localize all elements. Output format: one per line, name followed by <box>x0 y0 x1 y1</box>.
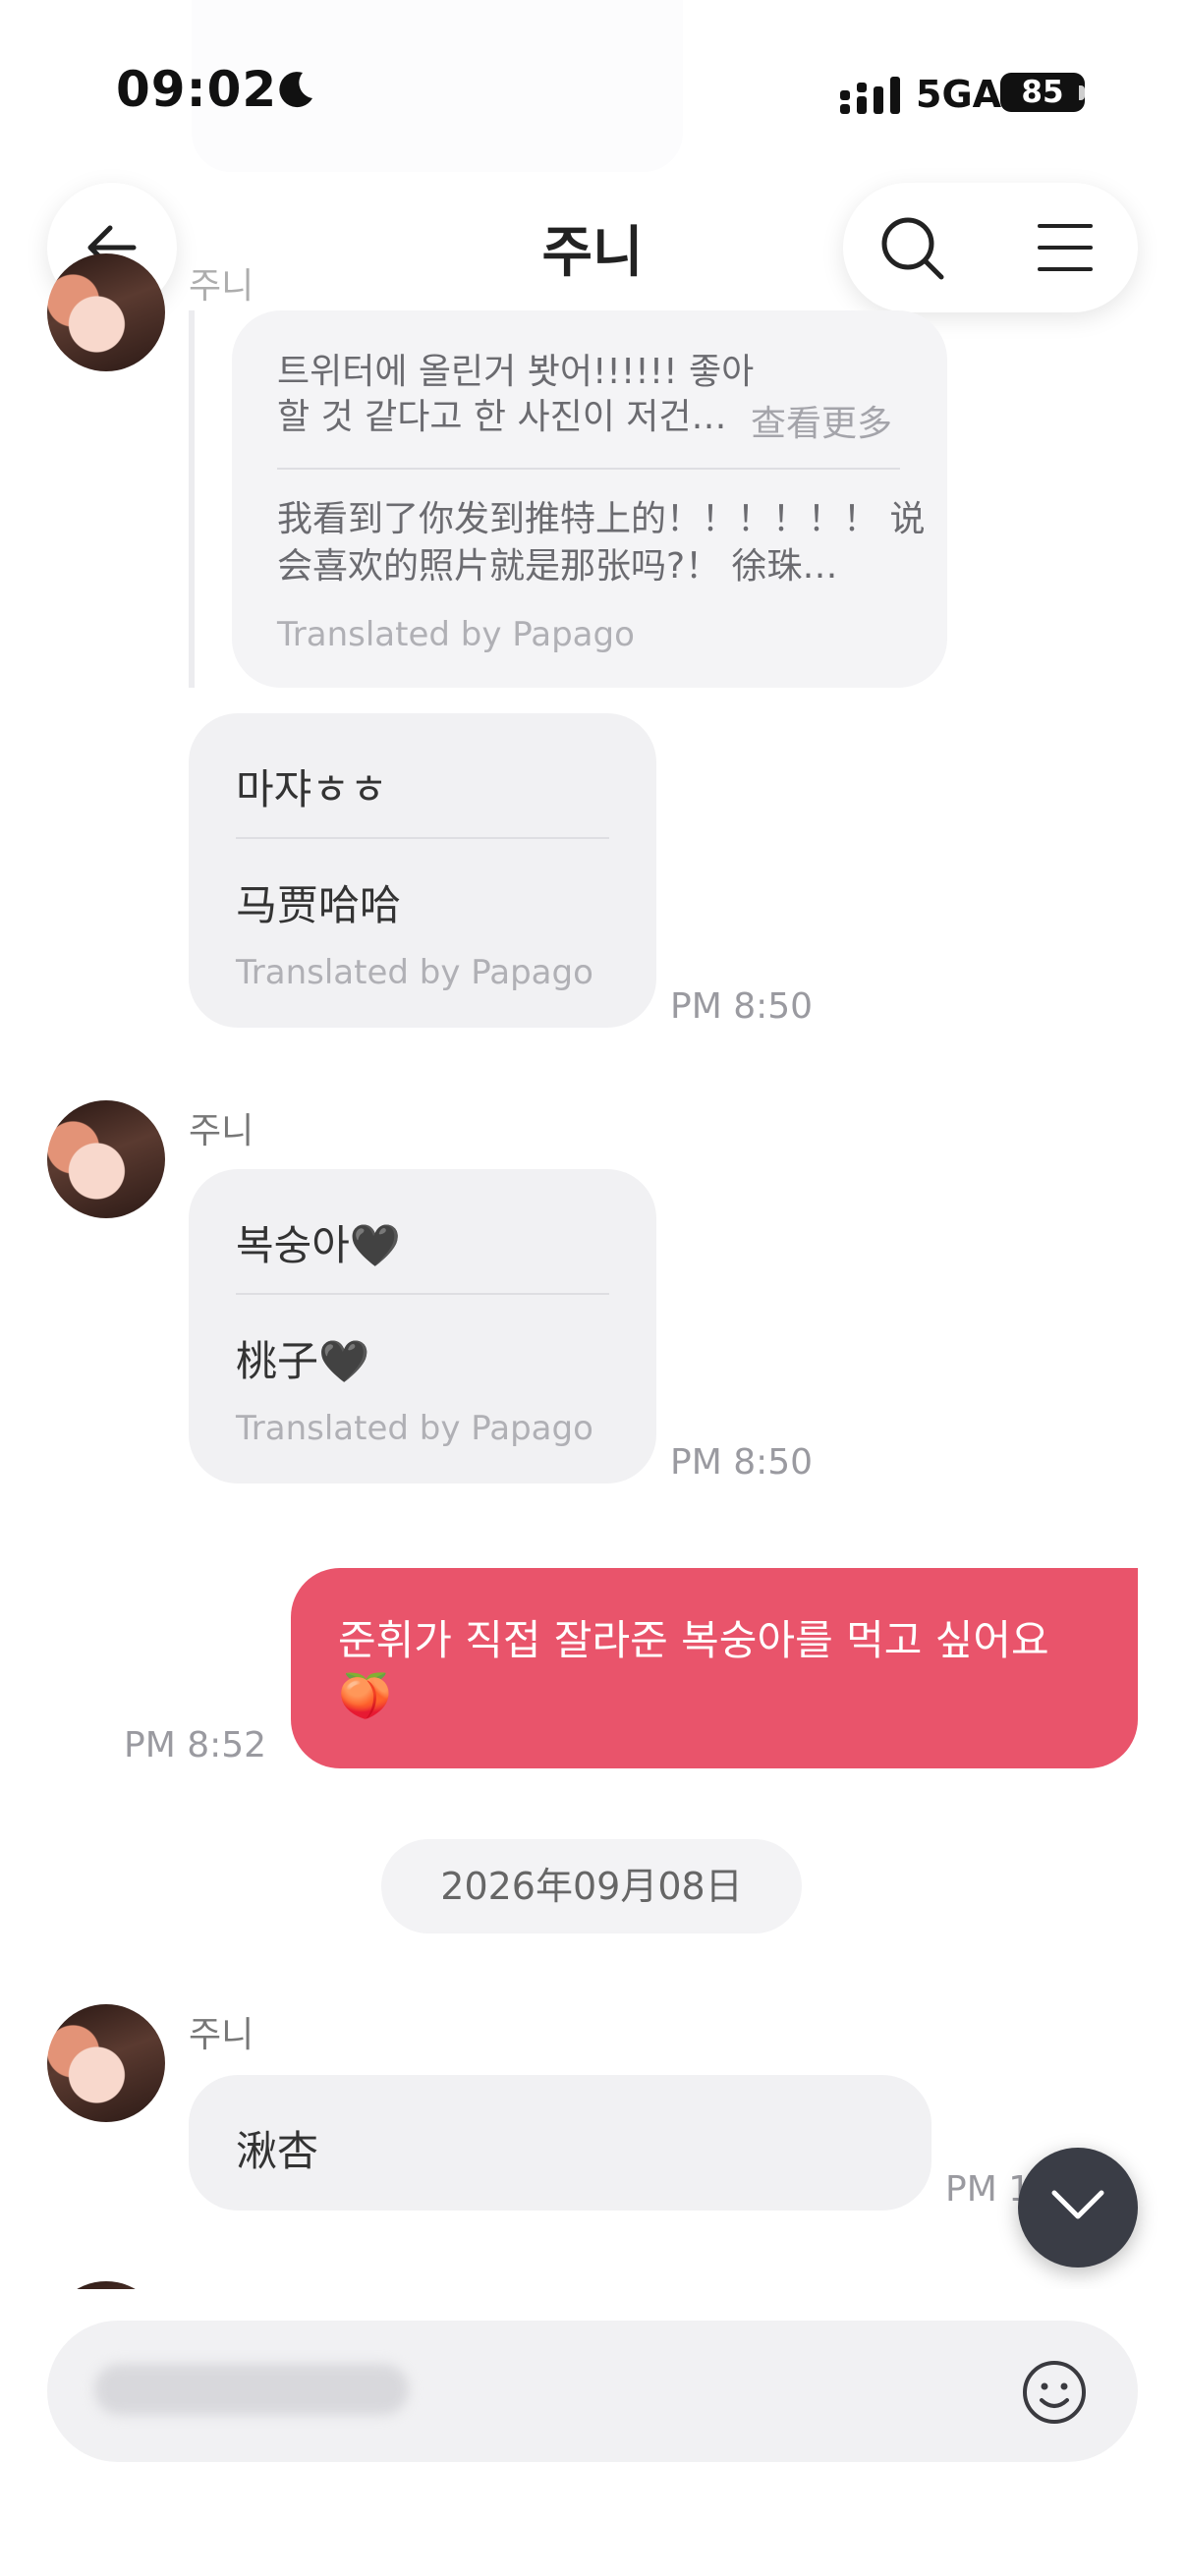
message-time: PM 8:50 <box>670 1442 814 1483</box>
translated-by-label: Translated by Papago <box>236 953 593 992</box>
message-original: 마쟈ㅎㅎ <box>236 765 388 813</box>
scroll-to-bottom-button[interactable] <box>1018 2148 1138 2268</box>
message-text: 湫杏 <box>236 2127 319 2175</box>
translated-by-label: Translated by Papago <box>277 615 635 654</box>
battery-level: 85 <box>1000 73 1085 112</box>
peach-emoji: 🍑 <box>338 1671 392 1721</box>
message-translation: 马贾哈哈 <box>236 881 402 929</box>
sender-name: 주니 <box>189 266 254 307</box>
message-input[interactable] <box>47 2321 1138 2462</box>
outgoing-message-bubble[interactable]: 준휘가 직접 잘라준 복숭아를 먹고 싶어요 🍑 <box>291 1568 1138 1768</box>
translation-divider <box>277 468 900 470</box>
sender-name: 주니 <box>189 2015 254 2055</box>
message-translation: 桃子🖤 <box>236 1337 370 1385</box>
input-draft-blurred <box>94 2364 409 2415</box>
message-bubble[interactable]: 트위터에 올린거 봣어!!!!!! 좋아 할 것 같다고 한 사진이 저건… 查… <box>232 310 947 688</box>
message-bubble[interactable]: 마쟈ㅎㅎ 马贾哈哈 Translated by Papago <box>189 713 656 1028</box>
status-time: 09:02 <box>116 61 278 118</box>
date-divider: 2026年09月08日 <box>381 1839 802 1933</box>
avatar[interactable] <box>47 1100 165 1218</box>
message-original-line: 트위터에 올린거 봣어!!!!!! 좋아 <box>277 352 755 392</box>
translation-divider <box>236 837 609 839</box>
avatar[interactable] <box>47 2004 165 2122</box>
message-translation-line: 会喜欢的照片就是那张吗?！ 徐珠… <box>277 546 838 587</box>
menu-icon[interactable] <box>1036 220 1095 275</box>
message-bubble[interactable]: 湫杏 <box>189 2075 931 2211</box>
translated-by-label: Translated by Papago <box>236 1409 593 1448</box>
battery-cap <box>1079 85 1085 100</box>
message-translation-line: 我看到了你发到推特上的！！！！！！ 说 <box>277 499 926 539</box>
message-text: 준휘가 직접 잘라준 복숭아를 먹고 싶어요 <box>338 1616 1049 1664</box>
emoji-icon[interactable] <box>1020 2358 1089 2427</box>
network-label: 5GA <box>916 73 1002 116</box>
search-icon[interactable] <box>878 214 947 283</box>
see-more-link[interactable]: 查看更多 <box>751 395 892 446</box>
message-time: PM 8:52 <box>124 1725 267 1765</box>
message-time: PM 8:50 <box>670 986 814 1027</box>
header-actions <box>843 183 1138 312</box>
moon-icon <box>279 72 312 108</box>
sender-name: 주니 <box>189 1111 254 1151</box>
message-bubble[interactable]: 복숭아🖤 桃子🖤 Translated by Papago <box>189 1169 656 1484</box>
message-original-line: 할 것 같다고 한 사진이 저건… <box>277 397 727 437</box>
chevron-down-icon <box>1051 2190 1104 2219</box>
signal-icon <box>840 77 900 114</box>
translation-divider <box>236 1293 609 1295</box>
avatar[interactable] <box>47 253 165 371</box>
message-original: 복숭아🖤 <box>236 1221 402 1269</box>
reply-quote-bar <box>189 310 195 688</box>
